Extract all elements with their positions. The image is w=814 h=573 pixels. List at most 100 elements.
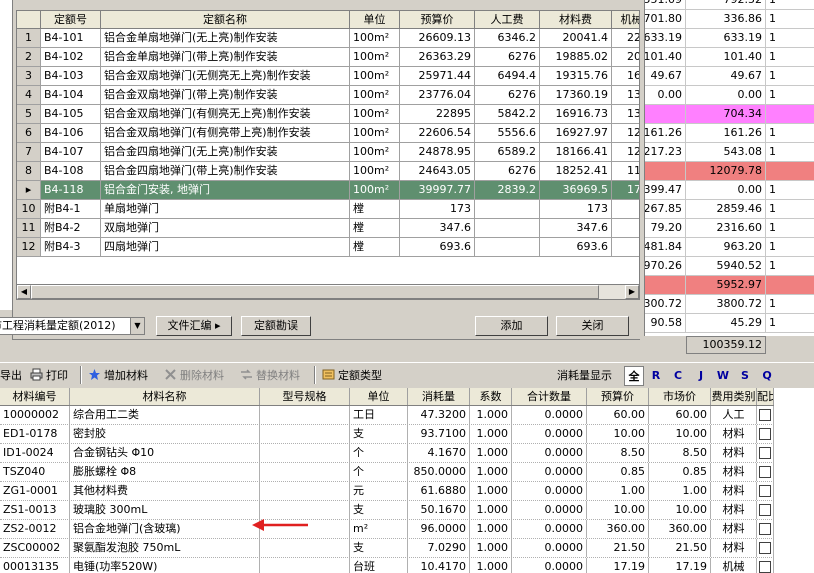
quota-cell-unit[interactable]: 100m² xyxy=(350,124,400,142)
column-header[interactable]: 系数 xyxy=(470,388,512,405)
material-cell-unit[interactable]: 支 xyxy=(350,425,408,443)
quota-cell-labor[interactable]: 2839.2 xyxy=(475,181,540,199)
material-cell-spec[interactable] xyxy=(260,463,350,481)
quota-cell-labor[interactable]: 6494.4 xyxy=(475,67,540,85)
quota-row[interactable]: 10 附B4-1 单扇地弹门樘 173 173 xyxy=(17,200,639,219)
material-cell-name[interactable]: 铝合金地弹门(含玻璃) xyxy=(70,520,260,538)
quota-cell-price[interactable]: 39997.77 xyxy=(400,181,475,199)
add-material-button[interactable]: 增加材料 xyxy=(88,367,148,385)
material-cell-coef[interactable]: 1.000 xyxy=(470,406,512,424)
quota-cell-unit[interactable]: 100m² xyxy=(350,143,400,161)
quota-library-select[interactable]: 市工程消耗量定额(2012) ▼ xyxy=(0,317,145,335)
material-cell-coef[interactable]: 1.000 xyxy=(470,558,512,573)
quota-cell-unit[interactable]: 100m² xyxy=(350,86,400,104)
quota-cell-material[interactable]: 173 xyxy=(540,200,612,218)
material-cell-total[interactable]: 0.0000 xyxy=(512,425,587,443)
add-button[interactable]: 添加 xyxy=(475,316,548,336)
quota-grid-hscrollbar[interactable]: ◀ ▶ xyxy=(16,284,640,300)
material-cell-unit[interactable]: 个 xyxy=(350,463,408,481)
material-cell-spec[interactable] xyxy=(260,482,350,500)
material-cell-coef[interactable]: 1.000 xyxy=(470,520,512,538)
column-header[interactable]: 材料名称 xyxy=(70,388,260,405)
material-cell-qty[interactable]: 4.1670 xyxy=(408,444,470,462)
quota-cell-code[interactable]: B4-102 xyxy=(41,48,101,66)
column-header[interactable]: 单位 xyxy=(350,388,408,405)
quota-cell-code[interactable]: B4-108 xyxy=(41,162,101,180)
material-cell-code[interactable]: ZS2-0012 xyxy=(0,520,70,538)
material-cell-unit[interactable]: m² xyxy=(350,520,408,538)
column-header[interactable]: 机械 xyxy=(612,11,639,28)
material-cell-unit[interactable]: 工日 xyxy=(350,406,408,424)
material-cell-budget[interactable]: 10.00 xyxy=(587,425,649,443)
quota-cell-labor[interactable] xyxy=(475,238,540,256)
filter-q[interactable]: Q xyxy=(757,366,777,386)
material-cell-cat[interactable]: 材料 xyxy=(711,463,757,481)
ratio-checkbox-cell[interactable] xyxy=(757,444,774,462)
quota-cell-mach[interactable] xyxy=(612,238,639,256)
ratio-checkbox[interactable] xyxy=(759,447,771,459)
quota-cell-mach[interactable]: 221 xyxy=(612,29,639,47)
quota-cell-price[interactable]: 24878.95 xyxy=(400,143,475,161)
material-cell-unit[interactable]: 支 xyxy=(350,539,408,557)
ratio-checkbox-cell[interactable] xyxy=(757,463,774,481)
column-header[interactable]: 配比 xyxy=(757,388,774,405)
column-header[interactable]: 型号规格 xyxy=(260,388,350,405)
material-cell-name[interactable]: 聚氨酯发泡胶 750mL xyxy=(70,539,260,557)
print-button[interactable]: 打印 xyxy=(30,367,68,385)
quota-cell-price[interactable]: 173 xyxy=(400,200,475,218)
filter-c[interactable]: C xyxy=(668,366,688,386)
material-cell-spec[interactable] xyxy=(260,558,350,573)
quota-cell-price[interactable]: 23776.04 xyxy=(400,86,475,104)
column-header[interactable]: 费用类别 xyxy=(711,388,757,405)
material-cell-market[interactable]: 17.19 xyxy=(649,558,711,573)
quota-cell-code[interactable]: B4-118 xyxy=(41,181,101,199)
material-cell-market[interactable]: 10.00 xyxy=(649,425,711,443)
material-cell-name[interactable]: 膨胀螺栓 Φ8 xyxy=(70,463,260,481)
column-header[interactable]: 合计数量 xyxy=(512,388,587,405)
material-cell-coef[interactable]: 1.000 xyxy=(470,444,512,462)
filter-j[interactable]: J xyxy=(691,366,711,386)
material-cell-total[interactable]: 0.0000 xyxy=(512,558,587,573)
material-cell-unit[interactable]: 支 xyxy=(350,501,408,519)
ratio-checkbox[interactable] xyxy=(759,542,771,554)
ratio-checkbox[interactable] xyxy=(759,428,771,440)
quota-cell-code[interactable]: 附B4-1 xyxy=(41,200,101,218)
scroll-track[interactable] xyxy=(31,285,625,299)
quota-cell-name[interactable]: 单扇地弹门 xyxy=(101,200,350,218)
quota-cell-labor[interactable]: 6589.2 xyxy=(475,143,540,161)
scroll-right-icon[interactable]: ▶ xyxy=(625,285,639,299)
material-cell-code[interactable]: ZS1-0013 xyxy=(0,501,70,519)
quota-cell-mach[interactable] xyxy=(612,219,639,237)
ratio-checkbox[interactable] xyxy=(759,523,771,535)
ratio-checkbox-cell[interactable] xyxy=(757,539,774,557)
material-cell-total[interactable]: 0.0000 xyxy=(512,520,587,538)
material-cell-total[interactable]: 0.0000 xyxy=(512,463,587,481)
material-cell-budget[interactable]: 1.00 xyxy=(587,482,649,500)
ratio-checkbox[interactable] xyxy=(759,561,771,573)
material-cell-unit[interactable]: 台班 xyxy=(350,558,408,573)
quota-row[interactable]: 1 B4-101 铝合金单扇地弹门(无上亮)制作安装 100m² 26609.13 634… xyxy=(17,29,639,48)
material-cell-name[interactable]: 其他材料费 xyxy=(70,482,260,500)
quota-cell-name[interactable]: 铝合金双扇地弹门(无侧亮无上亮)制作安装 xyxy=(101,67,350,85)
material-cell-code[interactable]: 00013135 xyxy=(0,558,70,573)
quota-cell-material[interactable]: 19885.02 xyxy=(540,48,612,66)
column-header[interactable]: 定额号 xyxy=(41,11,101,28)
quota-cell-unit[interactable]: 100m² xyxy=(350,29,400,47)
material-cell-market[interactable]: 8.50 xyxy=(649,444,711,462)
material-cell-coef[interactable]: 1.000 xyxy=(470,539,512,557)
quota-cell-labor[interactable]: 6276 xyxy=(475,86,540,104)
material-cell-cat[interactable]: 人工 xyxy=(711,406,757,424)
column-header[interactable]: 单位 xyxy=(350,11,400,28)
quota-cell-material[interactable]: 18252.41 xyxy=(540,162,612,180)
material-cell-spec[interactable] xyxy=(260,406,350,424)
ratio-checkbox[interactable] xyxy=(759,485,771,497)
quota-cell-material[interactable]: 693.6 xyxy=(540,238,612,256)
material-cell-budget[interactable]: 10.00 xyxy=(587,501,649,519)
material-cell-qty[interactable]: 96.0000 xyxy=(408,520,470,538)
quota-cell-material[interactable]: 347.6 xyxy=(540,219,612,237)
scroll-thumb[interactable] xyxy=(31,285,599,299)
material-row[interactable]: 00013135 电锤(功率520W) 台班 10.4170 1.000 0.0000 17… xyxy=(0,558,774,573)
export-button[interactable]: 导出 xyxy=(0,367,22,385)
quota-cell-name[interactable]: 铝合金双扇地弹门(带上亮)制作安装 xyxy=(101,86,350,104)
quota-cell-material[interactable]: 16927.97 xyxy=(540,124,612,142)
